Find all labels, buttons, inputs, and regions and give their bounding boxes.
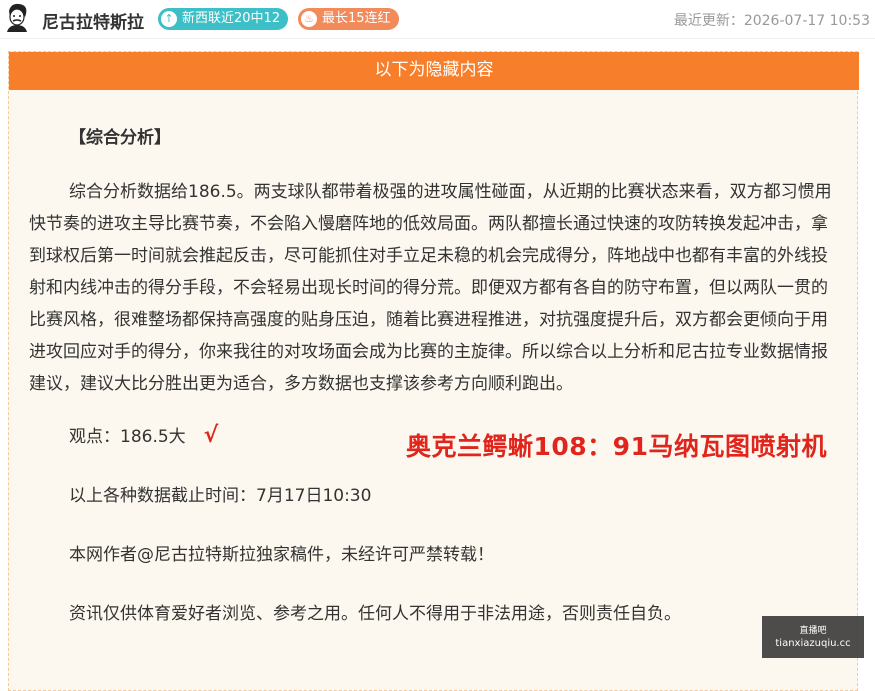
flame-icon: ♨ (301, 11, 317, 27)
hidden-content-bar: 以下为隐藏内容 (9, 52, 859, 90)
hidden-content-box: 以下为隐藏内容 【综合分析】 综合分析数据给186.5。两支球队都带着极强的进攻… (8, 51, 859, 691)
article-body: 【综合分析】 综合分析数据给186.5。两支球队都带着极强的进攻属性碰面，从近期… (29, 122, 839, 657)
arrow-up-icon: ↑ (161, 11, 177, 27)
disclaimer-line: 资讯仅供体育爱好者浏览、参考之用。任何人不得用于非法用途，否则责任自负。 (69, 604, 681, 624)
result-overlay: 奥克兰鳄蜥108：91马纳瓦图喷射机 (406, 432, 827, 461)
section-heading: 【综合分析】 (69, 128, 171, 148)
copyright-line: 本网作者@尼古拉特斯拉独家稿件，未经许可严禁转载！ (69, 545, 494, 565)
streak-badge: ♨ 最长15连红 (298, 8, 399, 30)
article-header: 尼古拉特斯拉 ↑ 新西联近20中12 ♨ 最长15连红 最近更新：2026-07… (0, 0, 875, 38)
analysis-paragraph: 综合分析数据给186.5。两支球队都带着极强的进攻属性碰面，从近期的比赛状态来看… (29, 182, 832, 394)
data-time-line: 以上各种数据截止时间：7月17日10:30 (69, 486, 372, 506)
viewpoint-text: 观点：186.5大 (69, 427, 186, 447)
header-divider (0, 38, 875, 39)
author-name[interactable]: 尼古拉特斯拉 (42, 8, 144, 33)
streak-badge-label: 最长15连红 (322, 11, 391, 26)
author-avatar[interactable] (3, 2, 31, 32)
site-watermark: 直播吧 tianxiazuqiu.cc (762, 616, 864, 658)
check-mark: √ (203, 423, 219, 448)
watermark-line1: 直播吧 (799, 626, 827, 636)
watermark-line2: tianxiazuqiu.cc (775, 638, 851, 649)
record-badge-label: 新西联近20中12 (182, 11, 281, 26)
portrait-icon (3, 2, 31, 32)
record-badge: ↑ 新西联近20中12 (158, 8, 289, 30)
last-updated: 最近更新：2026-07-17 10:53 (673, 13, 870, 29)
